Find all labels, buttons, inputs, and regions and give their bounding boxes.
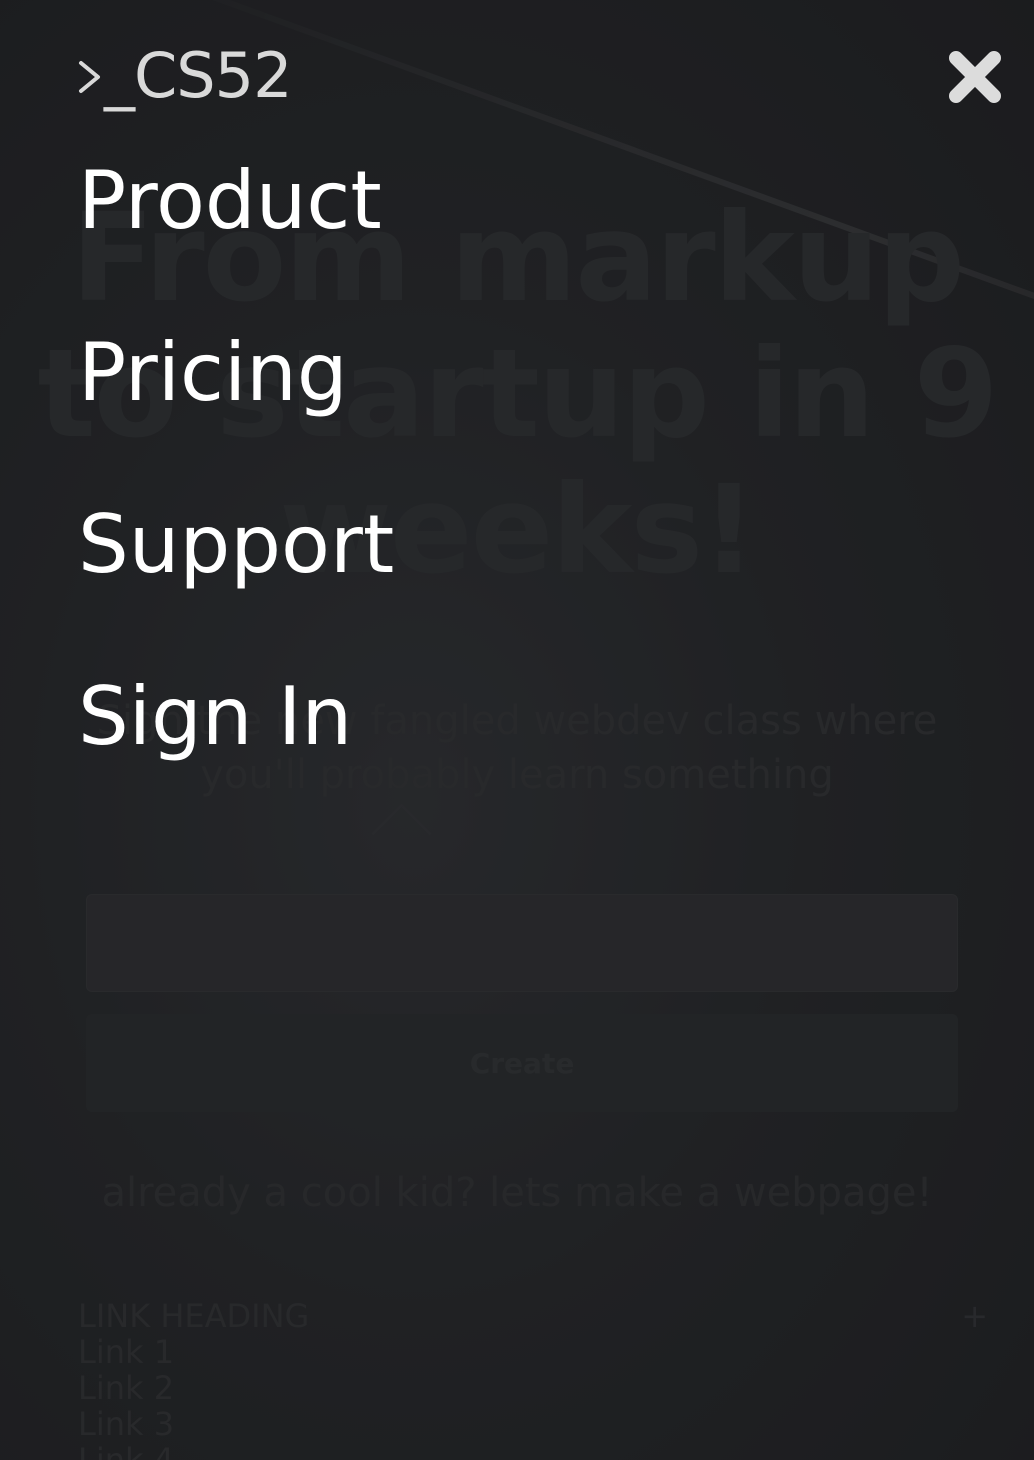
close-icon <box>949 51 1001 103</box>
menu-item-pricing[interactable]: Pricing <box>78 328 348 418</box>
terminal-prompt-icon <box>79 61 100 93</box>
menu-item-product[interactable]: Product <box>78 156 382 246</box>
menu-item-support[interactable]: Support <box>78 500 394 590</box>
close-button[interactable] <box>946 48 1004 106</box>
menu-item-sign-in[interactable]: Sign In <box>78 672 352 762</box>
logo-text: _CS52 <box>104 39 293 112</box>
logo[interactable]: _CS52 <box>78 39 293 112</box>
